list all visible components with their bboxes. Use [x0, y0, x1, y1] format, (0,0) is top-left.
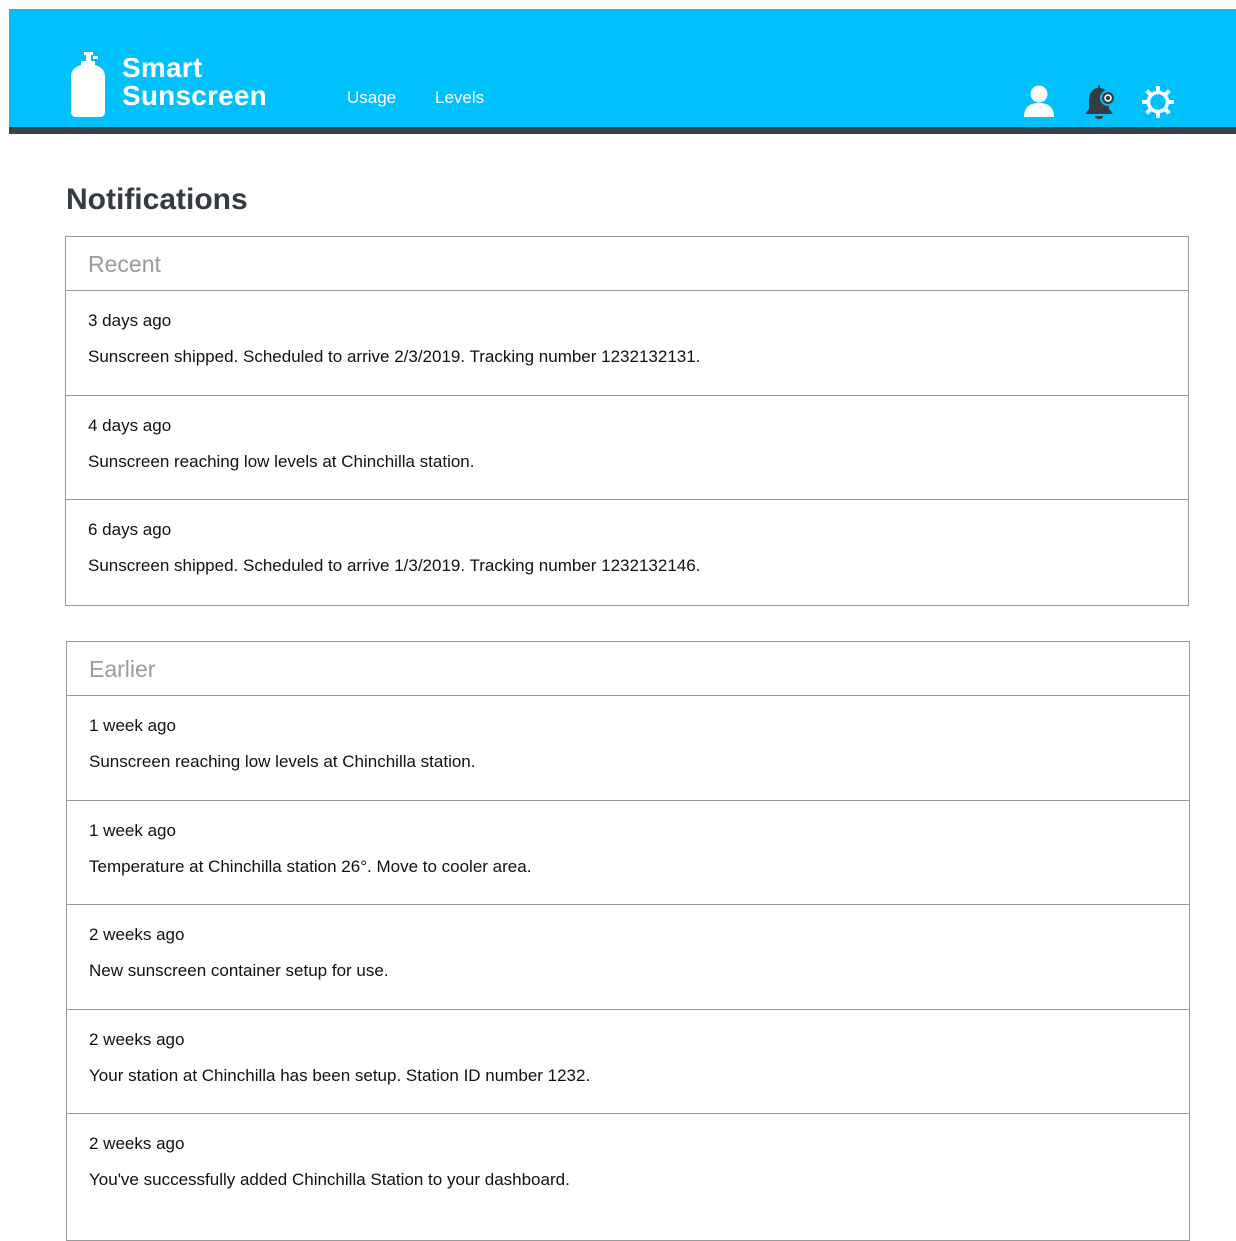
notification-time: 4 days ago	[88, 415, 172, 435]
user-icon[interactable]	[1022, 84, 1056, 118]
notification-item[interactable]: 3 days ago Sunscreen shipped. Scheduled …	[66, 291, 1188, 396]
recent-notifications-panel: Recent 3 days ago Sunscreen shipped. Sch…	[65, 236, 1189, 606]
notification-message: Sunscreen reaching low levels at Chinchi…	[89, 752, 476, 771]
sunscreen-bottle-logo-icon[interactable]	[64, 52, 110, 118]
settings-gear-icon[interactable]	[1140, 84, 1176, 120]
notification-message: Sunscreen shipped. Scheduled to arrive 2…	[88, 347, 701, 366]
notification-item[interactable]: 6 days ago Sunscreen shipped. Scheduled …	[66, 500, 1188, 605]
notification-message: Temperature at Chinchilla station 26°. M…	[89, 856, 532, 876]
notification-time: 3 days ago	[88, 311, 172, 330]
notification-message: Sunscreen shipped. Scheduled to arrive 1…	[88, 556, 701, 575]
earlier-notifications-panel: Earlier 1 week ago Sunscreen reaching lo…	[66, 641, 1190, 1241]
page-title: Notifications	[66, 183, 248, 216]
notification-item[interactable]: 4 days ago Sunscreen reaching low levels…	[66, 396, 1188, 500]
notification-time: 1 week ago	[89, 716, 176, 735]
notification-time: 2 weeks ago	[89, 925, 185, 944]
section-header-recent: Recent	[66, 237, 1188, 291]
notification-item[interactable]: 1 week ago Sunscreen reaching low levels…	[67, 696, 1189, 801]
notification-time: 2 weeks ago	[89, 1134, 185, 1153]
notification-time: 1 week ago	[89, 820, 176, 840]
section-header-earlier: Earlier	[67, 642, 1189, 696]
notification-time: 6 days ago	[88, 520, 172, 539]
notification-item[interactable]: 2 weeks ago You've successfully added Ch…	[67, 1114, 1189, 1219]
notification-message: New sunscreen container setup for use.	[89, 961, 389, 980]
notification-item[interactable]: 2 weeks ago Your station at Chinchilla h…	[67, 1010, 1189, 1114]
notification-item[interactable]: 2 weeks ago New sunscreen container setu…	[67, 905, 1189, 1010]
notification-item[interactable]: 1 week ago Temperature at Chinchilla sta…	[67, 801, 1189, 905]
nav-usage-link[interactable]: Usage	[347, 88, 396, 108]
top-bar-divider	[9, 127, 1236, 134]
brand-line-sunscreen: Sunscreen	[122, 80, 267, 111]
notification-message: You've successfully added Chinchilla Sta…	[89, 1170, 570, 1189]
notification-time: 2 weeks ago	[89, 1029, 185, 1049]
brand-line-smart: Smart	[122, 52, 203, 83]
brand-name[interactable]: Smart Sunscreen	[122, 54, 267, 110]
notification-bell-icon[interactable]	[1083, 83, 1119, 123]
notification-message: Your station at Chinchilla has been setu…	[89, 1065, 591, 1085]
notification-message: Sunscreen reaching low levels at Chinchi…	[88, 451, 475, 471]
nav-levels-link[interactable]: Levels	[435, 88, 484, 108]
